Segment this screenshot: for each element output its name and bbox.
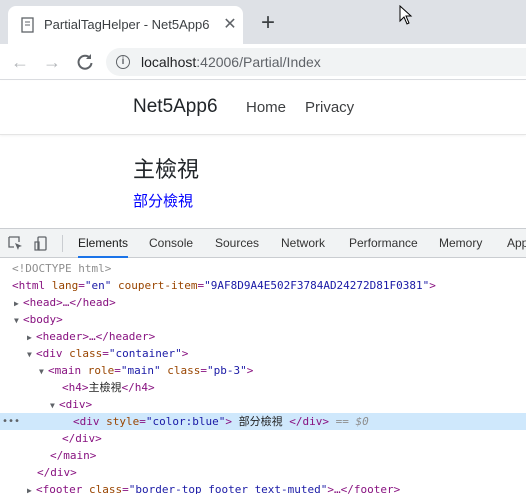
page-heading: 主檢視 bbox=[133, 158, 200, 183]
page-icon bbox=[21, 17, 34, 33]
dom-html[interactable]: <html lang="en" coupert-item="9AF8D9A4E5… bbox=[0, 277, 526, 294]
collapse-triangle-icon[interactable]: ▼ bbox=[14, 312, 23, 329]
close-tab-icon[interactable]: ✕ bbox=[222, 17, 238, 33]
forward-arrow-icon[interactable]: → bbox=[42, 52, 62, 72]
dom-head[interactable]: ▶ <head>…</head> bbox=[0, 294, 526, 311]
device-toolbar-icon[interactable] bbox=[34, 236, 49, 251]
reload-icon[interactable] bbox=[75, 52, 95, 72]
dom-div-style-selected[interactable]: ••• <div style="color:blue"> 部分檢視 </div>… bbox=[0, 413, 526, 430]
dom-body[interactable]: ▼ <body> bbox=[0, 311, 526, 328]
expand-triangle-icon[interactable]: ▶ bbox=[27, 329, 36, 346]
nav-link-home[interactable]: Home bbox=[246, 99, 286, 116]
browser-tab[interactable]: PartialTagHelper - Net5App6 ✕ bbox=[8, 6, 243, 44]
collapse-triangle-icon[interactable]: ▼ bbox=[39, 363, 48, 380]
info-icon[interactable]: i bbox=[116, 55, 130, 69]
dom-main-close[interactable]: </main> bbox=[0, 447, 526, 464]
dom-div-close[interactable]: </div> bbox=[0, 430, 526, 447]
address-bar[interactable]: i localhost:42006/Partial/Index bbox=[106, 48, 526, 76]
tab-network[interactable]: Network bbox=[281, 229, 325, 258]
dom-div-container-close[interactable]: </div> bbox=[0, 464, 526, 481]
navbar-brand[interactable]: Net5App6 bbox=[133, 96, 218, 118]
inspect-element-icon[interactable] bbox=[8, 236, 23, 251]
new-tab-button[interactable]: + bbox=[257, 11, 279, 35]
tab-title: PartialTagHelper - Net5App6 bbox=[44, 17, 210, 32]
nav-link-privacy[interactable]: Privacy bbox=[305, 99, 354, 116]
dom-header[interactable]: ▶ <header>…</header> bbox=[0, 328, 526, 345]
browser-toolbar: ← → i localhost:42006/Partial/Index bbox=[0, 44, 526, 80]
dom-h4[interactable]: <h4>主檢視</h4> bbox=[0, 379, 526, 396]
tab-sources[interactable]: Sources bbox=[215, 229, 259, 258]
collapse-triangle-icon[interactable]: ▼ bbox=[27, 346, 36, 363]
site-navbar: Net5App6 Home Privacy bbox=[0, 81, 526, 135]
partial-view-text: 部分檢視 bbox=[133, 192, 194, 210]
back-arrow-icon[interactable]: ← bbox=[10, 52, 30, 72]
expand-triangle-icon[interactable]: ▶ bbox=[27, 482, 36, 494]
tab-elements[interactable]: Elements bbox=[78, 229, 129, 258]
dom-main[interactable]: ▼ <main role="main" class="pb-3"> bbox=[0, 362, 526, 379]
tab-performance[interactable]: Performance bbox=[349, 229, 418, 258]
page-viewport: Net5App6 Home Privacy 主檢視 部分檢視 bbox=[0, 81, 526, 228]
more-options-icon[interactable]: ••• bbox=[2, 413, 20, 430]
devtools-panel: Elements Console Sources Network Perform… bbox=[0, 228, 526, 494]
expand-triangle-icon[interactable]: ▶ bbox=[14, 295, 23, 312]
dom-footer[interactable]: ▶ <footer class="border-top footer text-m… bbox=[0, 481, 526, 494]
dom-doctype[interactable]: <!DOCTYPE html> bbox=[0, 260, 526, 277]
dom-div[interactable]: ▼ <div> bbox=[0, 396, 526, 413]
url-text[interactable]: localhost:42006/Partial/Index bbox=[141, 54, 321, 70]
devtools-tabbar: Elements Console Sources Network Perform… bbox=[0, 229, 526, 258]
tab-console[interactable]: Console bbox=[149, 229, 193, 258]
tab-strip: PartialTagHelper - Net5App6 ✕ + bbox=[0, 0, 526, 44]
dom-div-container[interactable]: ▼ <div class="container"> bbox=[0, 345, 526, 362]
collapse-triangle-icon[interactable]: ▼ bbox=[50, 397, 59, 414]
tab-memory[interactable]: Memory bbox=[439, 229, 482, 258]
tab-application[interactable]: App bbox=[507, 229, 526, 258]
mouse-cursor-icon bbox=[399, 5, 413, 25]
devtools-separator bbox=[62, 235, 63, 252]
